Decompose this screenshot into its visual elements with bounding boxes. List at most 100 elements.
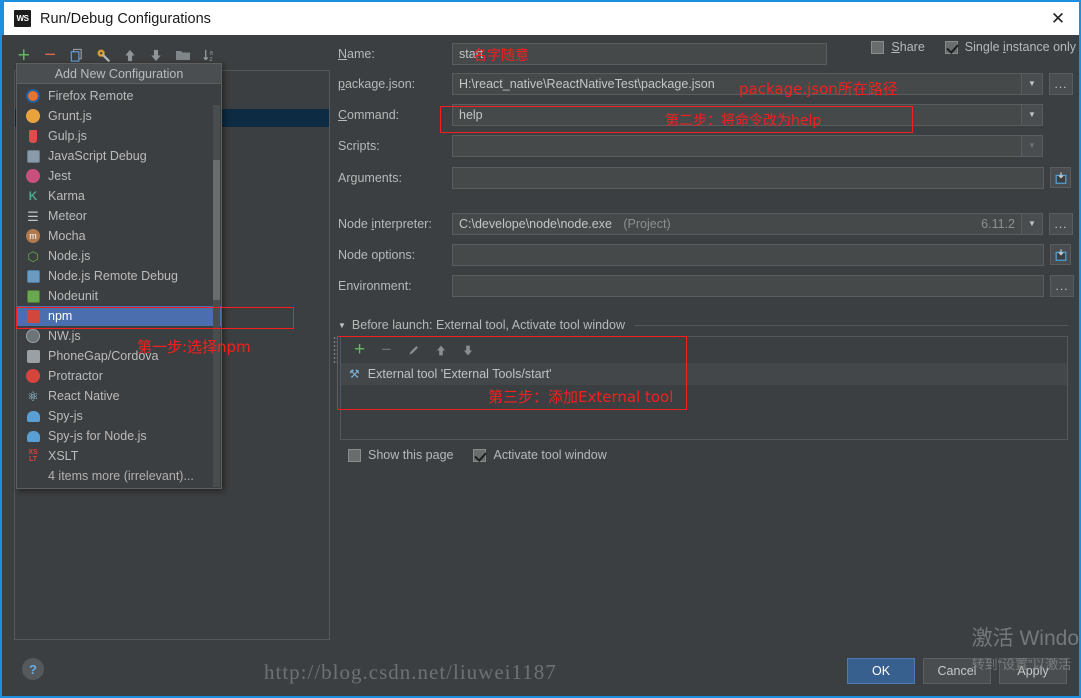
- share-label: Share: [891, 40, 925, 54]
- environment-label: Environment:: [338, 278, 412, 293]
- command-dropdown-arrow[interactable]: ▼: [1022, 103, 1043, 126]
- popup-item-npm[interactable]: npm: [17, 306, 221, 326]
- before-launch-options: Show this page Activate tool window: [348, 448, 607, 462]
- add-task-button[interactable]: +: [351, 339, 368, 360]
- move-down-button[interactable]: [147, 45, 167, 65]
- popup-item-label: Spy-js for Node.js: [48, 429, 147, 443]
- external-tool-icon: ⚒: [349, 367, 360, 381]
- popup-item-nodeunit[interactable]: Nodeunit: [17, 286, 221, 306]
- popup-item-firefox-remote[interactable]: Firefox Remote: [17, 86, 221, 106]
- popup-item-label: Protractor: [48, 369, 103, 383]
- node-interpreter-browse-button[interactable]: ...: [1049, 212, 1073, 235]
- popup-item-label: Meteor: [48, 209, 87, 223]
- popup-item-javascript-debug[interactable]: JavaScript Debug: [17, 146, 221, 166]
- popup-item-label: Gulp.js: [48, 129, 87, 143]
- new-folder-button[interactable]: [173, 45, 193, 65]
- popup-scrollbar-thumb[interactable]: [213, 160, 220, 300]
- folder-icon: [175, 51, 190, 60]
- popup-item-karma[interactable]: K Karma: [17, 186, 221, 206]
- popup-item-jest[interactable]: Jest: [17, 166, 221, 186]
- popup-item-xslt[interactable]: XS LT XSLT: [17, 446, 221, 466]
- popup-item-meteor[interactable]: ☰ Meteor: [17, 206, 221, 226]
- arguments-macro-button[interactable]: [1050, 167, 1071, 188]
- popup-item-react-native[interactable]: ⚛ React Native: [17, 386, 221, 406]
- popup-item-grunt-js[interactable]: Grunt.js: [17, 106, 221, 126]
- protractor-icon: [25, 368, 41, 384]
- package-json-dropdown-arrow[interactable]: ▼: [1022, 72, 1043, 95]
- popup-item-label: XSLT: [48, 449, 79, 463]
- before-launch-header[interactable]: ▼ Before launch: External tool, Activate…: [338, 316, 1068, 334]
- activate-tool-window-wrap[interactable]: Activate tool window: [473, 448, 607, 462]
- edit-templates-button[interactable]: [94, 45, 114, 65]
- remove-configuration-button[interactable]: −: [41, 45, 61, 65]
- popup-item-spy-js[interactable]: Spy-js: [17, 406, 221, 426]
- arguments-row: Arguments:: [338, 161, 1078, 194]
- svg-text:z: z: [209, 56, 212, 63]
- scripts-dropdown-arrow[interactable]: ▼: [1022, 134, 1043, 157]
- copy-configuration-button[interactable]: [67, 45, 87, 65]
- popup-item-label: NW.js: [48, 329, 81, 343]
- remove-task-button[interactable]: −: [378, 340, 395, 359]
- node-interpreter-dropdown-arrow[interactable]: ▼: [1022, 212, 1043, 235]
- arrow-up-icon: [125, 49, 135, 61]
- environment-browse-button[interactable]: ...: [1050, 274, 1074, 297]
- cancel-button[interactable]: Cancel: [923, 658, 991, 684]
- nwjs-icon: [25, 328, 41, 344]
- environment-row: Environment: ...: [338, 270, 1078, 301]
- move-task-up-button[interactable]: [432, 342, 449, 359]
- apply-button[interactable]: Apply: [999, 658, 1067, 684]
- node-options-macro-button[interactable]: [1050, 244, 1071, 265]
- activate-tool-window-label: Activate tool window: [493, 448, 607, 462]
- node-options-input[interactable]: [452, 243, 1044, 266]
- xslt-icon: XS LT: [28, 449, 38, 463]
- show-this-page-wrap[interactable]: Show this page: [348, 448, 453, 462]
- popup-item-nodejs-remote-debug[interactable]: Node.js Remote Debug: [17, 266, 221, 286]
- add-configuration-button[interactable]: +: [14, 45, 34, 66]
- scripts-input[interactable]: [452, 134, 1022, 157]
- dialog-buttons: OK Cancel Apply: [847, 658, 1067, 684]
- annotation-name-any: 名字随意: [473, 48, 529, 64]
- environment-input[interactable]: [452, 274, 1044, 297]
- command-label: Command:: [338, 107, 400, 122]
- scripts-label: Scripts:: [338, 138, 380, 153]
- popup-item-gulp-js[interactable]: Gulp.js: [17, 126, 221, 146]
- collapse-triangle-icon[interactable]: ▼: [338, 321, 346, 330]
- popup-item-more[interactable]: 4 items more (irrelevant)...: [17, 466, 221, 486]
- mocha-icon: m: [25, 228, 41, 244]
- pencil-icon: [409, 345, 418, 355]
- edit-task-button[interactable]: [405, 342, 422, 359]
- webstorm-app-icon: WS: [14, 10, 31, 27]
- single-instance-checkbox[interactable]: [944, 40, 958, 54]
- move-task-down-button[interactable]: [459, 342, 476, 359]
- popup-item-mocha[interactable]: m Mocha: [17, 226, 221, 246]
- activate-tool-window-checkbox[interactable]: [473, 448, 487, 462]
- node-interpreter-input[interactable]: C:\develope\node\node.exe (Project) 6.11…: [452, 212, 1022, 235]
- popup-item-spy-js-for-nodejs[interactable]: Spy-js for Node.js: [17, 426, 221, 446]
- before-launch-drag-handle[interactable]: [333, 336, 338, 364]
- run-debug-configurations-dialog: WS Run/Debug Configurations ✕ + − a z Ad…: [0, 0, 1081, 698]
- ok-button[interactable]: OK: [847, 658, 915, 684]
- show-this-page-checkbox[interactable]: [348, 448, 361, 462]
- popup-item-label: JavaScript Debug: [48, 149, 147, 163]
- sort-configurations-button[interactable]: a z: [200, 45, 220, 65]
- before-launch-rule: [635, 324, 1068, 326]
- single-instance-checkbox-wrap[interactable]: Single instance only: [944, 40, 1076, 54]
- popup-item-label: Node.js Remote Debug: [48, 269, 178, 283]
- share-checkbox-wrap[interactable]: Share: [871, 40, 925, 54]
- popup-item-nodejs[interactable]: ⬡ Node.js: [17, 246, 221, 266]
- package-json-browse-button[interactable]: ...: [1049, 72, 1073, 95]
- help-button[interactable]: ?: [22, 658, 44, 680]
- karma-icon: K: [28, 189, 38, 203]
- popup-item-protractor[interactable]: Protractor: [17, 366, 221, 386]
- popup-item-label: Karma: [48, 189, 85, 203]
- before-launch-task-row[interactable]: ⚒ External tool 'External Tools/start': [341, 363, 1067, 385]
- arguments-label: Arguments:: [338, 170, 402, 185]
- arguments-input[interactable]: [452, 166, 1044, 189]
- single-instance-label: Single instance only: [964, 40, 1076, 54]
- share-checkbox[interactable]: [871, 40, 885, 54]
- move-up-button[interactable]: [120, 45, 140, 65]
- sort-alpha-icon: a z: [202, 49, 213, 63]
- package-json-input[interactable]: H:\react_native\ReactNativeTest\package.…: [452, 72, 1022, 95]
- popup-item-label: Firefox Remote: [48, 89, 134, 103]
- close-icon[interactable]: ✕: [1035, 2, 1079, 35]
